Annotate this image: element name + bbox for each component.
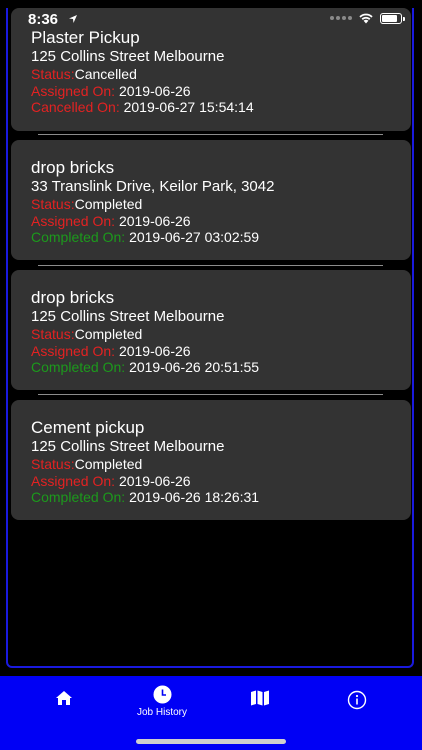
status-label: Status: (31, 326, 75, 342)
job-title: drop bricks (31, 158, 115, 177)
tab-job-history[interactable]: Job History (122, 685, 202, 718)
cancelled-value: 2019-06-27 15:54:14 (123, 99, 254, 115)
assigned-label: Assigned On: (31, 342, 116, 359)
job-title: Cement pickup (31, 418, 145, 437)
status-label: Status: (31, 66, 75, 82)
divider (38, 394, 383, 395)
assigned-label: Assigned On: (31, 212, 116, 229)
status-value: Completed (74, 456, 143, 472)
tab-info[interactable] (317, 690, 397, 710)
job-title: Plaster Pickup (31, 28, 140, 47)
clock-icon (153, 685, 171, 704)
job-address: 125 Collins Street Melbourne (31, 48, 225, 65)
tab-map[interactable] (220, 690, 300, 706)
home-icon (56, 691, 72, 705)
signal-dots-icon (330, 16, 352, 20)
home-indicator[interactable] (136, 739, 286, 744)
completed-label: Completed On: (31, 359, 126, 375)
completed-label: Completed On: (31, 489, 126, 505)
job-address: 33 Translink Drive, Keilor Park, 3042 (31, 178, 275, 195)
cancelled-label: Cancelled On: (31, 99, 120, 115)
divider (38, 265, 383, 266)
map-icon (251, 690, 269, 706)
status-bar: 8:36 (0, 0, 422, 30)
job-address: 125 Collins Street Melbourne (31, 308, 225, 325)
divider (38, 134, 383, 135)
assigned-value: 2019-06-26 (118, 472, 191, 489)
status-label: Status: (31, 196, 75, 212)
status-label: Status: (31, 456, 75, 472)
job-card[interactable]: Cement pickup 125 Collins Street Melbour… (11, 400, 411, 520)
completed-value: 2019-06-27 03:02:59 (129, 229, 260, 245)
status-value: Cancelled (74, 66, 137, 82)
location-arrow-icon (69, 15, 77, 23)
status-indicators (330, 12, 405, 24)
status-value: Completed (74, 326, 143, 342)
assigned-label: Assigned On: (31, 82, 116, 99)
job-address: 125 Collins Street Melbourne (31, 438, 225, 455)
battery-icon (380, 12, 405, 24)
info-icon (347, 690, 367, 710)
completed-value: 2019-06-26 20:51:55 (129, 359, 260, 375)
job-title: drop bricks (31, 288, 115, 307)
status-time: 8:36 (28, 11, 59, 28)
assigned-value: 2019-06-26 (118, 342, 191, 359)
assigned-value: 2019-06-26 (118, 212, 191, 229)
tab-label-job-history: Job History (136, 707, 187, 718)
job-card[interactable]: drop bricks 125 Collins Street Melbourne… (11, 270, 411, 390)
assigned-value: 2019-06-26 (118, 82, 191, 99)
assigned-label: Assigned On: (31, 472, 116, 489)
completed-label: Completed On: (31, 229, 126, 245)
status-value: Completed (74, 196, 143, 212)
tab-home[interactable] (24, 690, 104, 706)
completed-value: 2019-06-26 18:26:31 (129, 489, 260, 505)
wifi-icon (359, 13, 373, 24)
job-card[interactable]: drop bricks 33 Translink Drive, Keilor P… (11, 140, 411, 260)
